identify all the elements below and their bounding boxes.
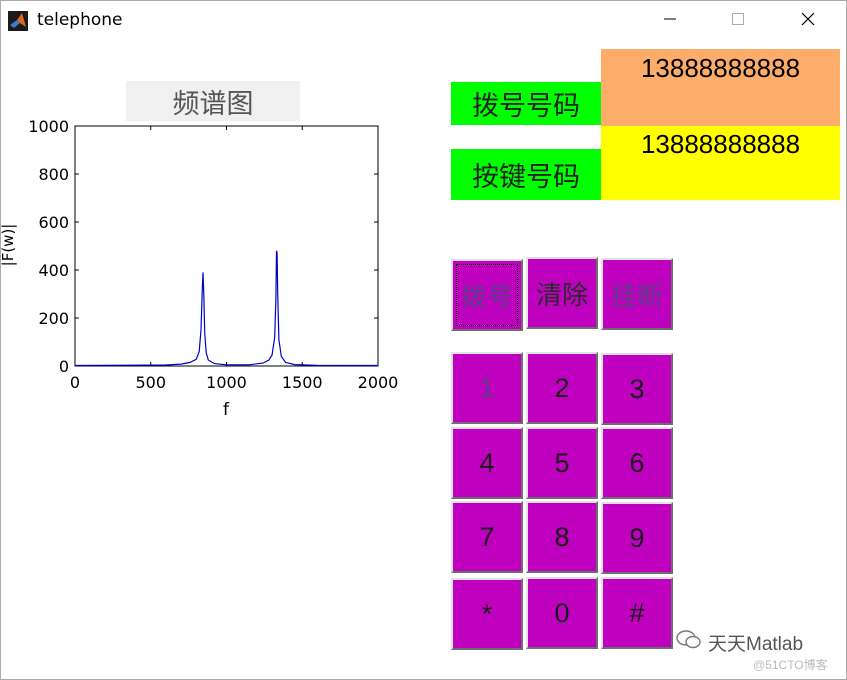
x-axis-label: f	[223, 400, 230, 420]
watermark-sub: @51CTO博客	[753, 658, 828, 672]
window-title: telephone	[37, 10, 123, 30]
key-7-button[interactable]: 7	[451, 501, 523, 573]
clear-button[interactable]: 清除	[526, 257, 598, 329]
y-tick-label: 200	[38, 309, 69, 328]
key-1-button[interactable]: 1	[451, 352, 523, 424]
spectrum-plot: 0 500 1000 1500 2000 0 200 400 600 800 1000 f |F(w…	[1, 117, 399, 420]
x-tick-label: 1500	[282, 373, 323, 392]
key-6-button[interactable]: 6	[601, 427, 673, 499]
key-number-display: 13888888888	[601, 126, 840, 200]
telephone-window: telephone 频谱图 0 500 1000 1500 2000 0 200 400 600…	[0, 0, 847, 680]
key-hash-button[interactable]: #	[601, 577, 673, 649]
y-axis-label: |F(w)|	[1, 224, 17, 267]
key-3-button[interactable]: 3	[601, 353, 673, 425]
x-tick-label: 2000	[358, 373, 399, 392]
key-5-button[interactable]: 5	[526, 427, 598, 499]
x-tick-label: 0	[70, 373, 80, 392]
watermark: 天天Matlab	[676, 629, 803, 656]
title-bar[interactable]: telephone	[1, 1, 846, 41]
key-number-label: 按键号码	[451, 149, 601, 200]
key-star-button[interactable]: *	[451, 578, 523, 650]
minimize-button[interactable]	[647, 1, 693, 41]
maximize-icon	[731, 12, 745, 31]
plot-axes-box	[74, 125, 379, 367]
y-tick-label: 800	[38, 165, 69, 184]
y-tick-label: 0	[59, 357, 69, 376]
y-tick-label: 1000	[28, 117, 69, 136]
dial-number-label: 拨号号码	[451, 82, 601, 125]
x-tick-label: 500	[135, 373, 166, 392]
hangup-button[interactable]: 挂断	[601, 258, 673, 330]
maximize-button[interactable]	[715, 1, 761, 41]
y-tick-label: 400	[38, 261, 69, 280]
wechat-icon	[676, 629, 702, 656]
key-4-button[interactable]: 4	[451, 427, 523, 499]
watermark-text: 天天Matlab	[708, 634, 804, 655]
key-0-button[interactable]: 0	[526, 577, 598, 649]
key-8-button[interactable]: 8	[526, 501, 598, 573]
dial-number-display: 13888888888	[601, 49, 840, 126]
minimize-icon	[663, 12, 677, 31]
dial-button[interactable]: 拨号	[451, 259, 523, 331]
key-2-button[interactable]: 2	[526, 352, 598, 424]
key-9-button[interactable]: 9	[601, 502, 673, 574]
matlab-icon	[8, 11, 28, 31]
close-icon	[800, 11, 816, 32]
y-tick-label: 600	[38, 213, 69, 232]
close-button[interactable]	[785, 1, 831, 41]
x-tick-label: 1000	[206, 373, 247, 392]
